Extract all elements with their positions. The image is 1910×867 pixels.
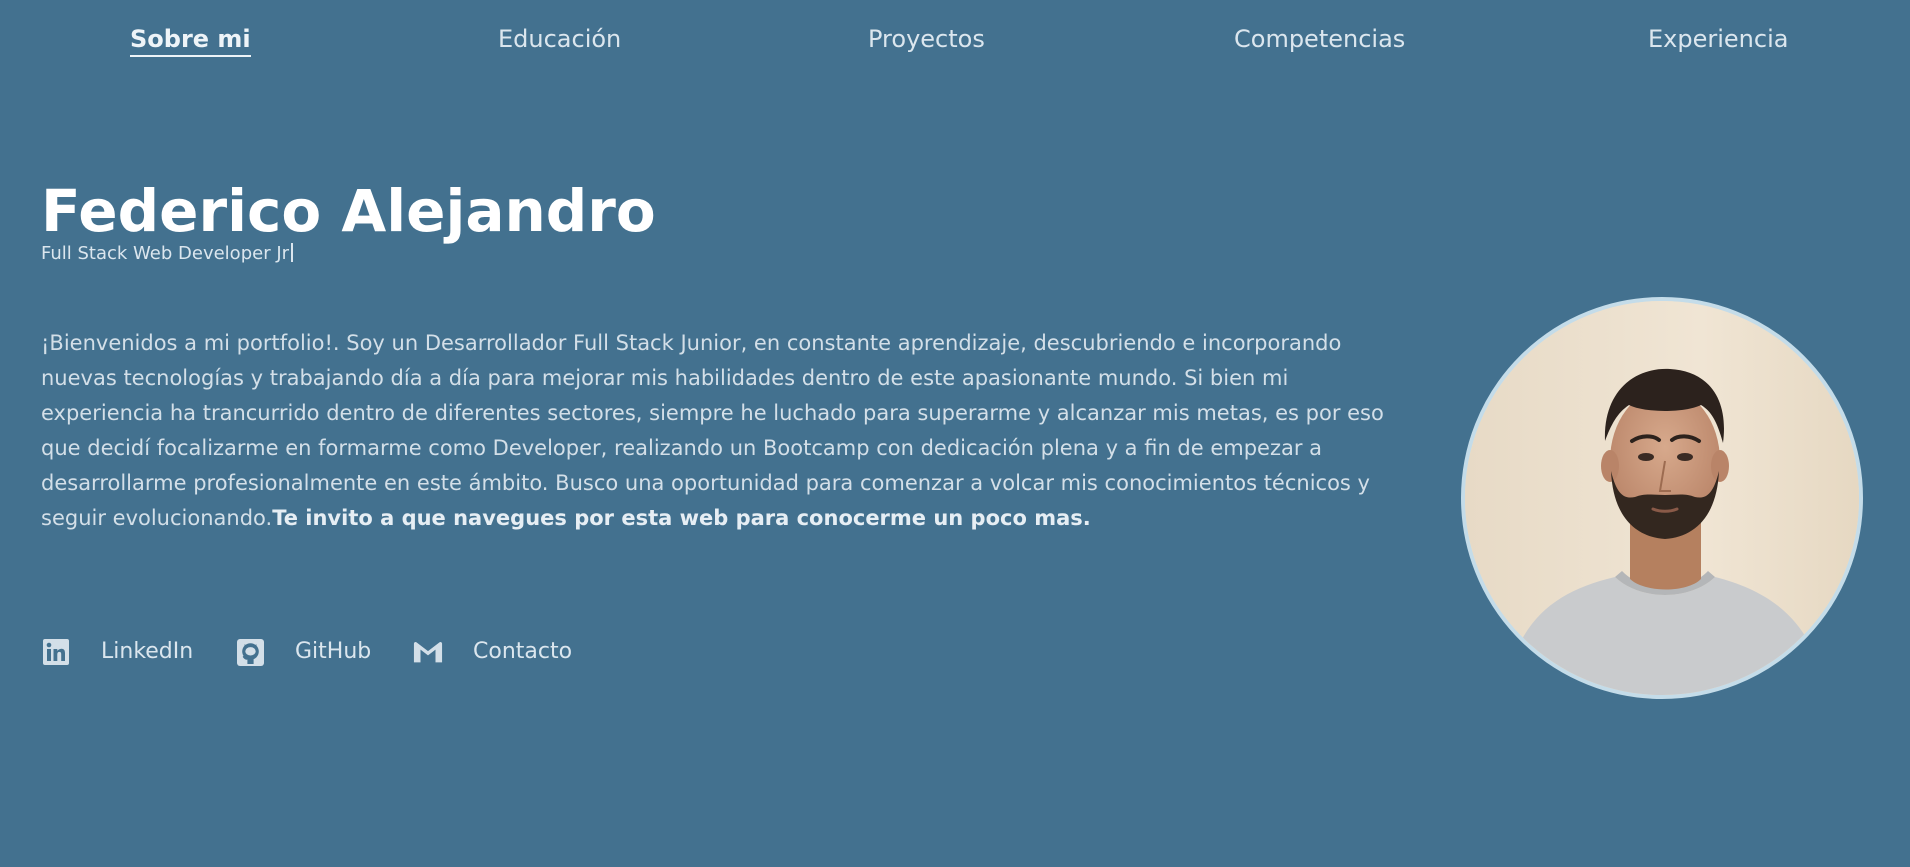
typing-caret: [291, 243, 294, 262]
github-link[interactable]: GitHub: [235, 634, 371, 670]
bio-text: ¡Bienvenidos a mi portfolio!. Soy un Des…: [41, 331, 1384, 530]
linkedin-label: LinkedIn: [101, 639, 194, 664]
nav-link-competencias[interactable]: Competencias: [1234, 24, 1405, 54]
top-navigation: Sobre mi Educación Proyectos Competencia…: [0, 0, 1910, 80]
github-icon: [235, 637, 265, 667]
nav-link-sobre-mi[interactable]: Sobre mi: [130, 24, 251, 57]
linkedin-icon: [41, 637, 71, 667]
contact-link[interactable]: Contacto: [413, 634, 572, 670]
linkedin-link[interactable]: LinkedIn: [41, 634, 193, 670]
contact-label: Contacto: [473, 639, 573, 664]
subtitle-text: Full Stack Web Developer Jr: [41, 243, 290, 264]
bio-highlight: Te invito a que navegues por esta web pa…: [272, 506, 1091, 530]
page-title: Federico Alejandro: [41, 177, 656, 245]
nav-link-proyectos[interactable]: Proyectos: [868, 24, 985, 54]
subtitle: Full Stack Web Developer Jr: [41, 243, 294, 265]
nav-link-educacion[interactable]: Educación: [498, 24, 621, 54]
github-label: GitHub: [295, 639, 372, 664]
bio-paragraph: ¡Bienvenidos a mi portfolio!. Soy un Des…: [41, 326, 1391, 536]
profile-photo: [1461, 297, 1863, 699]
nav-link-experiencia[interactable]: Experiencia: [1648, 24, 1788, 54]
gmail-icon: [413, 637, 443, 667]
